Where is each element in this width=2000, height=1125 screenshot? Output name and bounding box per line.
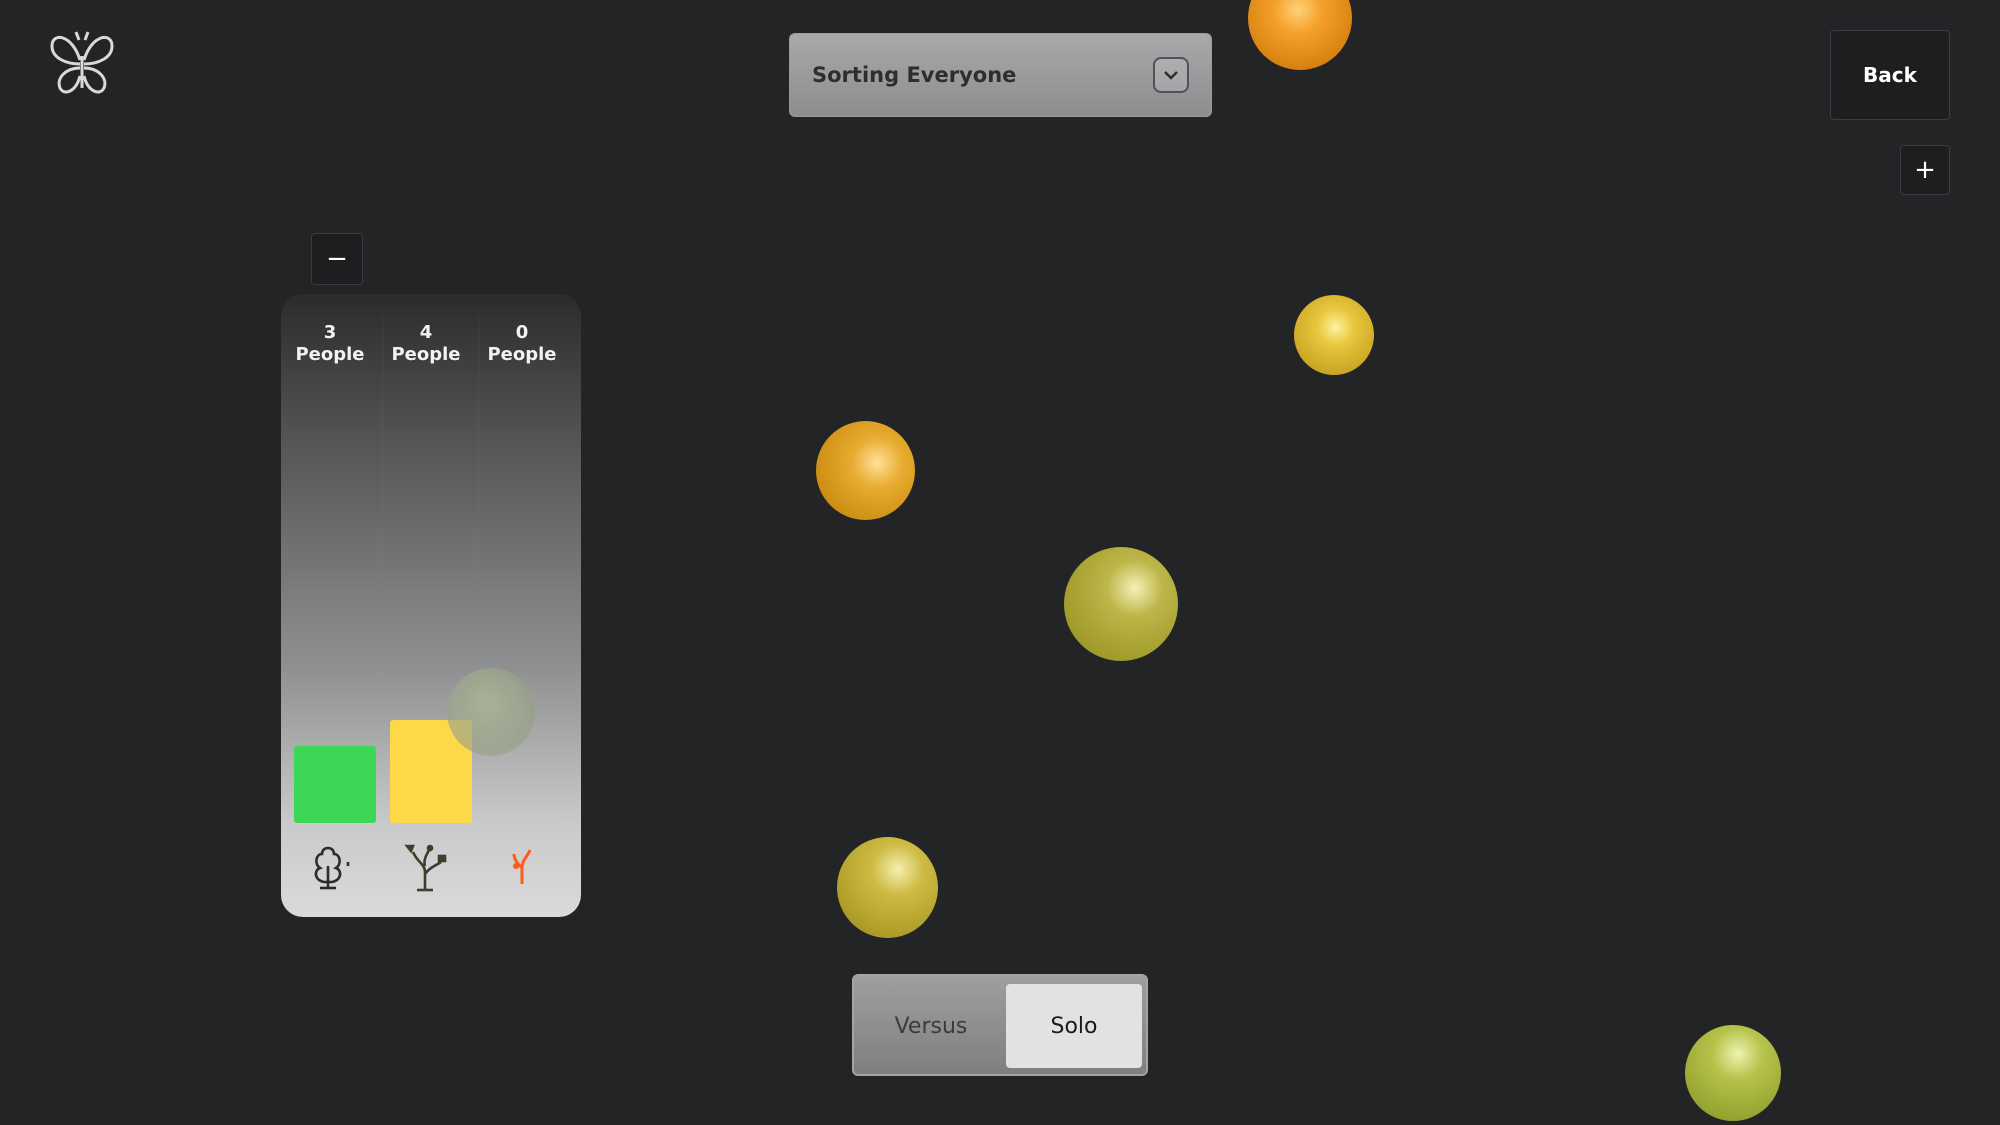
count-number: 4 bbox=[419, 322, 433, 343]
count-number: 3 bbox=[323, 322, 337, 343]
count-unit: People bbox=[295, 344, 365, 365]
column-tree: 3 People bbox=[282, 294, 378, 917]
column-count: 4 People bbox=[378, 322, 474, 366]
person-ball[interactable] bbox=[1064, 547, 1178, 661]
person-ball[interactable] bbox=[1685, 1025, 1781, 1121]
count-bar bbox=[294, 746, 376, 823]
tree-icon bbox=[282, 842, 378, 890]
column-count: 0 People bbox=[474, 322, 570, 366]
dropdown-selected-label: Sorting Everyone bbox=[812, 63, 1017, 87]
dragging-ball-ghost bbox=[447, 668, 535, 756]
collapse-panel-button[interactable]: − bbox=[311, 233, 363, 285]
column-count: 3 People bbox=[282, 322, 378, 366]
person-ball[interactable] bbox=[837, 837, 938, 938]
add-button[interactable]: + bbox=[1900, 145, 1950, 195]
solo-option[interactable]: Solo bbox=[1006, 984, 1142, 1068]
chevron-down-icon[interactable] bbox=[1153, 57, 1189, 93]
coral-icon bbox=[474, 842, 570, 886]
count-unit: People bbox=[391, 344, 461, 365]
butterfly-logo-icon bbox=[46, 30, 118, 98]
person-ball[interactable] bbox=[1294, 295, 1374, 375]
count-unit: People bbox=[487, 344, 557, 365]
person-ball[interactable] bbox=[816, 421, 915, 520]
column-coral: 0 People bbox=[474, 294, 570, 917]
column-branch: 4 People bbox=[378, 294, 474, 917]
mode-toggle: Versus Solo bbox=[852, 974, 1148, 1076]
count-number: 0 bbox=[515, 322, 529, 343]
sort-mode-dropdown[interactable]: Sorting Everyone bbox=[789, 33, 1212, 117]
back-button[interactable]: Back bbox=[1830, 30, 1950, 120]
person-ball[interactable] bbox=[1248, 0, 1352, 70]
sorting-results-panel: 3 People 4 People 0 People bbox=[281, 294, 581, 917]
sprouting-branch-icon bbox=[378, 842, 474, 892]
versus-option[interactable]: Versus bbox=[862, 984, 1000, 1068]
empty-bar-baseline bbox=[478, 823, 562, 825]
